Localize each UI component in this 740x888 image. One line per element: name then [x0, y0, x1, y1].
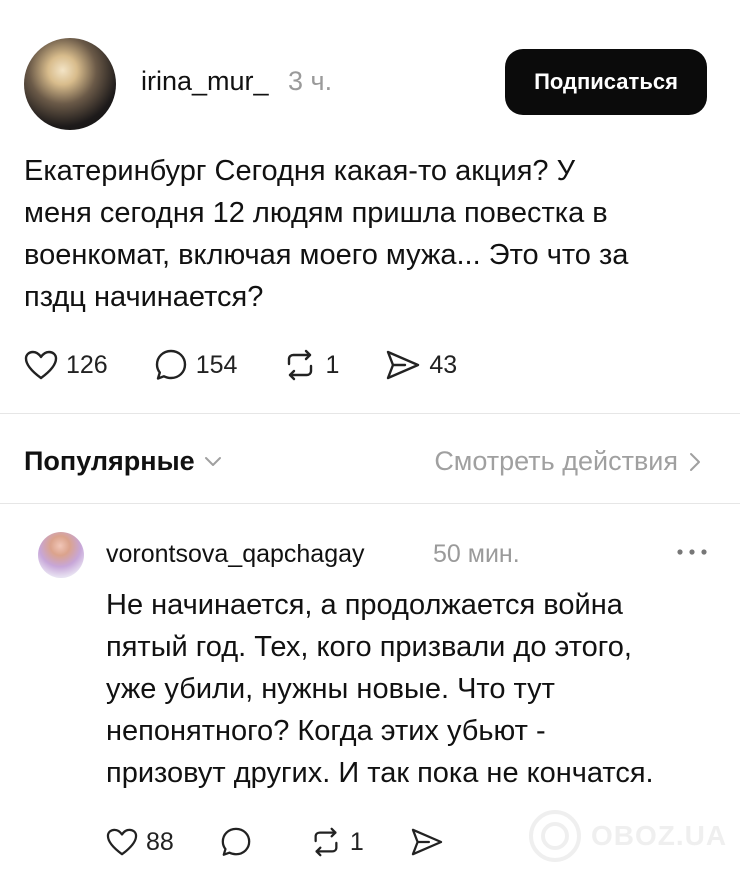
- watermark: OBOZ.UA: [527, 808, 727, 864]
- comment-bubble-icon: [221, 827, 251, 856]
- post-username[interactable]: irina_mur_: [141, 66, 269, 97]
- like-count: 126: [66, 350, 108, 379]
- post-actions: 126 154 1 43: [24, 345, 503, 385]
- more-options-icon[interactable]: [676, 548, 708, 556]
- replies-sort-bar: Популярные Смотреть действия: [0, 438, 740, 488]
- comment-repost-button[interactable]: 1: [310, 826, 364, 858]
- heart-icon: [106, 828, 138, 856]
- repost-count: 1: [325, 350, 340, 379]
- follow-button[interactable]: Подписаться: [505, 49, 707, 115]
- comment-reply-button[interactable]: [220, 826, 260, 858]
- comment-like-button[interactable]: 88: [106, 827, 174, 857]
- repost-button[interactable]: 1: [283, 348, 339, 382]
- post-timestamp: 3 ч.: [288, 66, 333, 96]
- post-text-line: меня сегодня 12 людям пришла повестка в: [24, 197, 608, 229]
- comment-bubble-icon: [155, 349, 186, 380]
- watermark-logo-icon: [529, 810, 581, 862]
- like-button[interactable]: 126: [24, 349, 108, 381]
- chevron-down-icon: [204, 456, 221, 466]
- comment-button[interactable]: 154: [154, 348, 238, 382]
- sort-dropdown[interactable]: Популярные: [24, 446, 223, 477]
- divider: [0, 413, 740, 414]
- comment-text-line: Не начинается, а продолжается война: [106, 589, 623, 621]
- chevron-right-icon: [690, 452, 700, 471]
- heart-icon: [24, 350, 58, 380]
- comment-username[interactable]: vorontsova_qapchagay: [106, 540, 365, 569]
- comment-text-line: призовут других. И так пока не кончатся.: [106, 757, 654, 789]
- comment-repost-count: 1: [349, 827, 364, 856]
- watermark-text: OBOZ.UA: [591, 820, 728, 851]
- post-text: Екатеринбург Сегодня какая-то акция? У м…: [24, 150, 714, 318]
- comment-avatar[interactable]: [38, 532, 84, 578]
- post-text-line: военкомат, включая моего мужа... Это что…: [24, 239, 629, 271]
- comment-count: 154: [195, 350, 238, 379]
- post-header: irina_mur_ 3 ч. Подписаться: [0, 0, 740, 140]
- view-activity-label: Смотреть действия: [434, 446, 678, 476]
- repost-icon: [288, 349, 313, 381]
- comment-text: Не начинается, а продолжается война пяты…: [106, 584, 716, 794]
- repost-icon: [314, 827, 338, 857]
- comment-like-count: 88: [146, 827, 174, 856]
- avatar[interactable]: [24, 38, 116, 130]
- comment-actions: 88 1: [106, 822, 498, 862]
- send-icon: [387, 350, 420, 380]
- share-count: 43: [429, 350, 458, 379]
- comment-timestamp: 50 мин.: [433, 540, 520, 568]
- divider: [0, 503, 740, 504]
- sort-label: Популярные: [24, 446, 195, 476]
- share-button[interactable]: 43: [385, 349, 457, 381]
- post-text-line: Екатеринбург Сегодня какая-то акция? У: [24, 155, 576, 187]
- view-activity-link[interactable]: Смотреть действия: [434, 446, 702, 477]
- comment-text-line: пятый год. Тех, кого призвали до этого,: [106, 631, 632, 663]
- comment-text-line: непонятного? Когда этих убьют -: [106, 715, 546, 747]
- comment-share-button[interactable]: [410, 827, 452, 857]
- send-icon: [411, 828, 442, 856]
- comment-text-line: уже убили, нужны новые. Что тут: [106, 673, 555, 705]
- post-text-line: пздц начинается?: [24, 281, 264, 313]
